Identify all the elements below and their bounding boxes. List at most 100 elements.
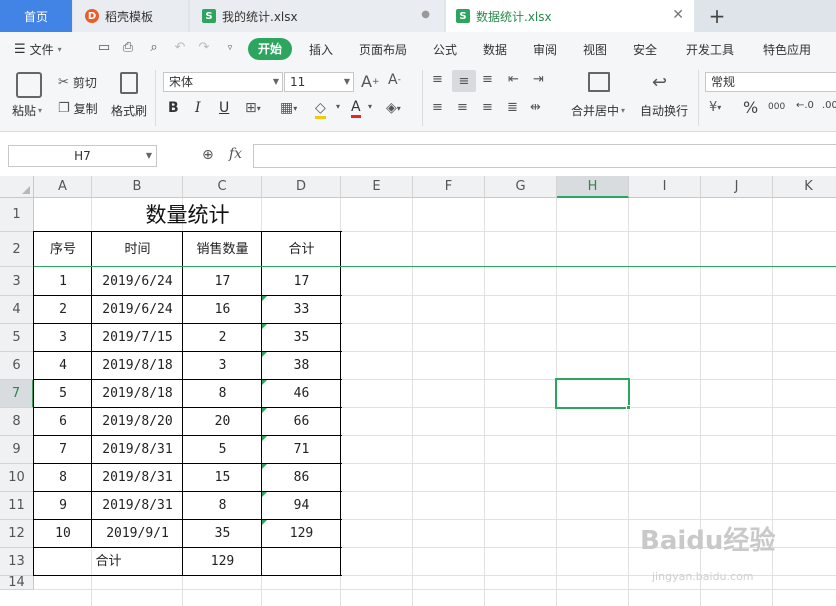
thousands-separator-icon[interactable]: 000 xyxy=(768,102,785,112)
data-cell[interactable]: 2 xyxy=(34,296,92,324)
data-cell[interactable]: 94 xyxy=(262,492,341,520)
data-cell[interactable]: 71 xyxy=(262,436,341,464)
menu-view-tab[interactable]: 视图 xyxy=(583,41,607,58)
data-cell[interactable]: 2 xyxy=(183,324,262,352)
row-header-14[interactable]: 14 xyxy=(0,576,34,590)
header-cell[interactable]: 时间 xyxy=(92,232,183,267)
formula-warning-triangle-icon[interactable] xyxy=(262,352,267,357)
row-header-7[interactable]: 7 xyxy=(0,380,34,408)
underline-icon[interactable]: U xyxy=(219,100,229,116)
increase-decimal-icon[interactable]: ←.0 xyxy=(796,100,814,111)
data-cell[interactable]: 2019/6/24 xyxy=(92,267,183,296)
column-header-i[interactable]: I xyxy=(629,176,701,198)
sheet-title-cell[interactable]: 数量统计 xyxy=(34,198,341,232)
column-header-j[interactable]: J xyxy=(701,176,773,198)
font-size-select[interactable]: 11 ▼ xyxy=(284,72,354,92)
data-cell[interactable]: 8 xyxy=(34,464,92,492)
column-header-b[interactable]: B xyxy=(92,176,183,198)
font-grow-icon[interactable]: A + xyxy=(361,72,380,91)
data-cell[interactable]: 129 xyxy=(262,520,341,548)
align-right-icon[interactable]: ≡ xyxy=(482,100,493,115)
cut-button[interactable]: ✂ 剪切 xyxy=(58,74,97,91)
decrease-decimal-icon[interactable]: .00 xyxy=(822,100,836,111)
formula-warning-triangle-icon[interactable] xyxy=(262,296,267,301)
paste-icon[interactable] xyxy=(16,72,42,98)
data-cell[interactable]: 2019/8/31 xyxy=(92,464,183,492)
menu-developer-tab[interactable]: 开发工具 xyxy=(686,41,734,58)
decrease-indent-icon[interactable]: ⇤ xyxy=(508,72,519,87)
data-cell[interactable]: 2019/8/31 xyxy=(92,436,183,464)
tab-home[interactable]: 首页 xyxy=(0,0,72,32)
print-preview-icon[interactable]: ⌕ xyxy=(146,40,162,56)
align-left-icon[interactable]: ≡ xyxy=(432,100,443,115)
menu-special-tab[interactable]: 特色应用 xyxy=(763,41,811,58)
data-cell[interactable]: 2019/7/15 xyxy=(92,324,183,352)
data-cell[interactable]: 4 xyxy=(34,352,92,380)
data-cell[interactable]: 2019/8/31 xyxy=(92,492,183,520)
column-header-d[interactable]: D xyxy=(262,176,341,198)
total-label-cell[interactable]: 合计 xyxy=(34,548,183,576)
data-cell[interactable]: 35 xyxy=(262,324,341,352)
row-header-13[interactable]: 13 xyxy=(0,548,34,576)
header-cell[interactable]: 序号 xyxy=(34,232,92,267)
file-menu[interactable]: ☰ 文件 ▾ xyxy=(14,41,62,58)
data-cell[interactable]: 38 xyxy=(262,352,341,380)
bold-icon[interactable]: B xyxy=(168,100,179,116)
data-cell[interactable]: 66 xyxy=(262,408,341,436)
data-cell[interactable]: 5 xyxy=(34,380,92,408)
data-cell[interactable]: 8 xyxy=(183,380,262,408)
borders-icon[interactable]: ⊞ ▾ xyxy=(245,100,261,116)
fill-handle[interactable] xyxy=(626,405,631,410)
header-cell[interactable]: 合计 xyxy=(262,232,341,267)
formula-input[interactable] xyxy=(253,144,836,168)
italic-icon[interactable]: I xyxy=(195,100,201,116)
data-cell[interactable]: 33 xyxy=(262,296,341,324)
align-center-icon[interactable]: ≡ xyxy=(457,100,468,115)
menu-formula-tab[interactable]: 公式 xyxy=(433,41,457,58)
clear-format-icon[interactable]: ◈ ▾ xyxy=(386,100,401,116)
increase-indent-icon[interactable]: ⇥ xyxy=(533,72,544,87)
data-cell[interactable]: 1 xyxy=(34,267,92,296)
format-painter-button[interactable]: 格式刷 xyxy=(111,102,147,119)
data-cell[interactable]: 15 xyxy=(183,464,262,492)
font-name-select[interactable]: 宋体 ▼ xyxy=(163,72,283,92)
align-middle-icon[interactable]: ≡ xyxy=(452,70,476,92)
tab-my-stats-file[interactable]: S 我的统计.xlsx ● xyxy=(190,0,444,32)
row-header-8[interactable]: 8 xyxy=(0,408,34,436)
data-cell[interactable]: 9 xyxy=(34,492,92,520)
column-header-h[interactable]: H xyxy=(557,176,629,198)
paste-button[interactable]: 粘贴 ▾ xyxy=(12,102,42,119)
chevron-down-icon[interactable]: ▾ xyxy=(368,102,372,111)
tab-docer-templates[interactable]: D 稻壳模板 xyxy=(73,0,188,32)
align-top-icon[interactable]: ≡ xyxy=(432,72,443,87)
merge-center-button[interactable]: 合并居中 ▾ xyxy=(571,102,625,119)
column-header-e[interactable]: E xyxy=(341,176,413,198)
wrap-text-icon[interactable]: ↩ xyxy=(652,72,667,93)
menu-data-tab[interactable]: 数据 xyxy=(483,41,507,58)
data-cell[interactable]: 17 xyxy=(183,267,262,296)
data-cell[interactable]: 2019/9/1 xyxy=(92,520,183,548)
formula-warning-triangle-icon[interactable] xyxy=(262,464,267,469)
new-tab-plus-icon[interactable]: + xyxy=(706,4,728,28)
merge-center-icon[interactable] xyxy=(588,72,610,92)
data-cell[interactable]: 20 xyxy=(183,408,262,436)
zoom-search-icon[interactable]: ⊕ xyxy=(202,147,214,163)
column-header-a[interactable]: A xyxy=(34,176,92,198)
redo-icon[interactable]: ↷ xyxy=(196,40,212,56)
formula-warning-triangle-icon[interactable] xyxy=(262,324,267,329)
formula-warning-triangle-icon[interactable] xyxy=(262,380,267,385)
menu-review-tab[interactable]: 审阅 xyxy=(533,41,557,58)
menu-insert-tab[interactable]: 插入 xyxy=(309,41,333,58)
fill-color-icon[interactable]: ◇ xyxy=(315,100,326,119)
justify-icon[interactable]: ≣ xyxy=(507,100,518,115)
data-cell[interactable]: 3 xyxy=(34,324,92,352)
column-header-g[interactable]: G xyxy=(485,176,557,198)
data-cell[interactable]: 3 xyxy=(183,352,262,380)
data-cell[interactable]: 16 xyxy=(183,296,262,324)
column-header-k[interactable]: K xyxy=(773,176,836,198)
row-header-10[interactable]: 10 xyxy=(0,464,34,492)
align-bottom-icon[interactable]: ≡ xyxy=(482,72,493,87)
row-header-9[interactable]: 9 xyxy=(0,436,34,464)
font-shrink-icon[interactable]: A- xyxy=(388,72,401,88)
row-header-1[interactable]: 1 xyxy=(0,198,34,232)
